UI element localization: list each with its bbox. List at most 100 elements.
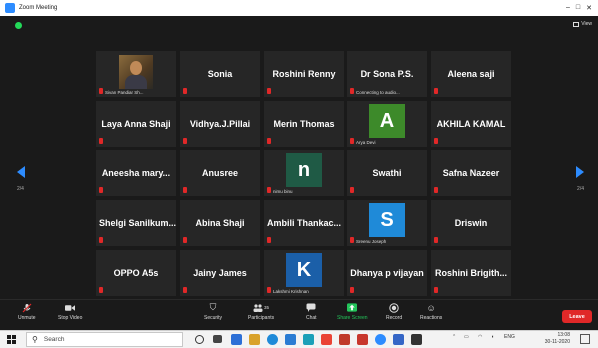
muted-mic-icon [350, 237, 354, 243]
previous-page-arrow-icon[interactable] [17, 166, 25, 178]
muted-mic-icon [434, 88, 438, 94]
participant-tile[interactable]: Abina Shaji [180, 200, 260, 246]
participant-tile[interactable]: Roshini Renny [264, 51, 344, 97]
participant-tile[interactable]: Sonia [180, 51, 260, 97]
participant-name: Abina Shaji [195, 218, 245, 228]
muted-mic-icon [183, 138, 187, 144]
participants-count: 35 [264, 305, 270, 310]
participant-name: Driswin [454, 218, 488, 228]
volume-icon[interactable]: ◖ [491, 334, 494, 340]
participant-avatar: A [369, 104, 405, 138]
shield-icon: ⛉ [209, 302, 217, 312]
muted-mic-icon [183, 237, 187, 243]
participant-caption: nimu binu [273, 189, 293, 194]
muted-mic-icon [183, 187, 187, 193]
record-button[interactable]: Record [386, 302, 402, 321]
stop-video-button[interactable]: Stop Video [58, 303, 82, 321]
windows-start-icon[interactable] [7, 335, 16, 344]
participant-tile[interactable]: Sivan Pandiar Sh... [96, 51, 176, 97]
zoom-taskbar-icon[interactable] [375, 334, 386, 345]
next-page-arrow-icon[interactable] [576, 166, 584, 178]
participant-tile[interactable]: Roshini Brigith... [431, 250, 511, 296]
security-button[interactable]: ⛉ Security [204, 302, 222, 321]
encryption-shield-icon[interactable] [15, 22, 22, 29]
participant-tile[interactable]: Jainy James [180, 250, 260, 296]
participant-tile[interactable]: Swathi [347, 150, 427, 196]
participant-tile[interactable]: OPPO A5s [96, 250, 176, 296]
window-controls: – □ ✕ [566, 4, 592, 12]
task-view-icon[interactable] [213, 335, 222, 343]
gmail-icon[interactable] [321, 334, 332, 345]
app-window-icon[interactable] [411, 334, 422, 345]
participant-tile[interactable]: Aneesha mary... [96, 150, 176, 196]
reactions-button[interactable]: ☺ Reactions [420, 303, 442, 322]
app-icon[interactable] [339, 334, 350, 345]
muted-mic-icon [434, 187, 438, 193]
participant-tile[interactable]: S Sreenu Joseph [347, 200, 427, 246]
participant-name: Aleena saji [447, 69, 495, 79]
clock-time: 13:08 [557, 332, 570, 338]
wifi-icon[interactable]: ◠ [478, 334, 482, 340]
muted-mic-icon [99, 187, 103, 193]
cortana-icon[interactable] [195, 335, 204, 344]
participant-tile[interactable]: Aleena saji [431, 51, 511, 97]
unmute-button[interactable]: Unmute [18, 303, 36, 321]
taskbar-search-box[interactable]: ⚲ Search [26, 332, 183, 347]
participant-tile[interactable]: Anusree [180, 150, 260, 196]
participant-face [130, 61, 142, 75]
notification-center-icon[interactable] [580, 334, 590, 344]
network-icon[interactable]: ▭ [464, 334, 469, 340]
tray-overflow-icon[interactable]: ⌃ [452, 334, 456, 340]
participant-tile[interactable]: K Lakshmi Krishnan [264, 250, 344, 296]
participant-name: Aneesha mary... [101, 168, 171, 178]
participant-tile[interactable]: A Arya Devi [347, 101, 427, 147]
mail-icon[interactable] [285, 334, 296, 345]
language-indicator[interactable]: ENG [504, 334, 515, 340]
view-button[interactable]: View [573, 21, 592, 27]
participant-tile[interactable]: Shelgi Sanilkum... [96, 200, 176, 246]
browser-icon[interactable] [267, 334, 278, 345]
participants-icon: 35 [250, 303, 272, 312]
participant-tile[interactable]: Safna Nazeer [431, 150, 511, 196]
participant-name: AKHILA KAMAL [436, 119, 506, 129]
file-explorer-icon[interactable] [249, 334, 260, 345]
record-icon [389, 302, 399, 313]
store-icon[interactable] [303, 334, 314, 345]
taskbar-clock[interactable]: 13:08 30-11-2020 [545, 332, 570, 346]
page-indicator-right: 2/4 [577, 186, 584, 192]
page-indicator-left: 2/4 [17, 186, 24, 192]
participant-caption: Lakshmi Krishnan [273, 289, 309, 294]
participant-tile[interactable]: Laya Anna Shaji [96, 101, 176, 147]
share-screen-label: Share Screen [337, 315, 368, 321]
participants-button[interactable]: 35 Participants [248, 303, 274, 321]
stop-video-label: Stop Video [58, 315, 83, 321]
participant-tile[interactable]: Ambili Thankac... [264, 200, 344, 246]
participant-name: Roshini Brigith... [435, 268, 507, 278]
participant-tile[interactable]: Dhanya p vijayan [347, 250, 427, 296]
muted-mic-icon [350, 88, 354, 94]
participant-caption: Sreenu Joseph [356, 239, 387, 244]
participant-tile[interactable]: n nimu binu [264, 150, 344, 196]
participants-label: Participants [248, 315, 275, 321]
minimize-icon[interactable]: – [566, 4, 570, 12]
participant-name: Anusree [201, 168, 238, 178]
muted-mic-icon [350, 138, 354, 144]
edge-browser-icon[interactable] [231, 334, 242, 345]
leave-button[interactable]: Leave [562, 310, 592, 323]
maximize-icon[interactable]: □ [576, 4, 580, 12]
participant-tile[interactable]: Vidhya.J.Pillai [180, 101, 260, 147]
participant-video [119, 55, 153, 89]
share-screen-button[interactable]: Share Screen [337, 303, 368, 321]
chat-button[interactable]: Chat [306, 303, 317, 321]
participant-tile[interactable]: Dr Sona P.S. Connecting to audio... [347, 51, 427, 97]
participant-avatar: K [286, 253, 322, 287]
participant-tile[interactable]: AKHILA KAMAL [431, 101, 511, 147]
media-icon[interactable] [357, 334, 368, 345]
muted-mic-icon [267, 187, 271, 193]
word-icon[interactable] [393, 334, 404, 345]
participant-tile[interactable]: Driswin [431, 200, 511, 246]
participant-tile[interactable]: Merin Thomas [264, 101, 344, 147]
view-label: View [581, 21, 592, 27]
close-icon[interactable]: ✕ [586, 4, 592, 12]
participant-caption: Sivan Pandiar Sh... [105, 90, 144, 95]
